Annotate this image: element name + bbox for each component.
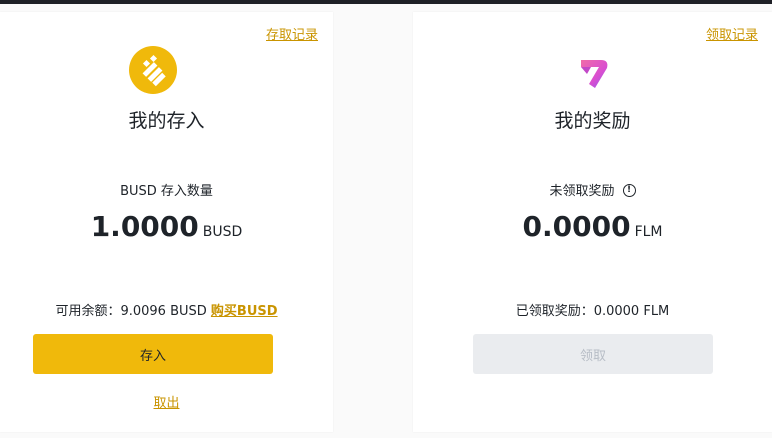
top-bar [0,0,772,4]
available-balance: 可用余额：9.0096 BUSD 购买BUSD [0,300,333,319]
reward-unit: FLM [634,224,663,240]
withdraw-link[interactable]: 取出 [153,396,179,411]
buy-busd-link[interactable]: 购买BUSD [211,304,278,319]
deposit-button[interactable]: 存入 [33,334,273,374]
deposit-title: 我的存入 [128,110,205,132]
unclaimed-reward-row: 未领取奖励! [413,180,772,199]
unclaimed-reward-label: 未领取奖励 [549,184,615,199]
info-icon[interactable]: ! [622,184,636,197]
withdraw-link-wrapper: 取出 [0,392,333,411]
reward-card: 领取记录 我的奖励 未领取奖励! 0.0000 FLM 已领取奖励：0.0000 … [413,12,772,432]
claim-history-link[interactable]: 领取记录 [706,24,758,43]
deposit-quantity-label: BUSD 存入数量 [120,184,213,199]
deposit-history-link[interactable]: 存取记录 [266,24,318,43]
claim-button[interactable]: 领取 [473,334,713,374]
reward-title: 我的奖励 [554,110,631,132]
busd-coin-icon [129,46,177,94]
flm-token-icon [571,50,615,94]
reward-amount-row: 0.0000 FLM [413,210,772,243]
deposit-unit: BUSD [202,224,243,240]
available-balance-label: 可用余额：9.0096 BUSD [55,304,207,319]
claimed-reward: 已领取奖励：0.0000 FLM [515,304,670,319]
deposit-card: 存取记录 我的存入 BUSD 存入数量 1.0000 BUSD 可用余额：9.00… [0,12,333,432]
deposit-amount-row: 1.0000 BUSD [0,210,333,243]
reward-amount: 0.0000 [522,210,631,243]
deposit-amount: 1.0000 [90,210,199,243]
